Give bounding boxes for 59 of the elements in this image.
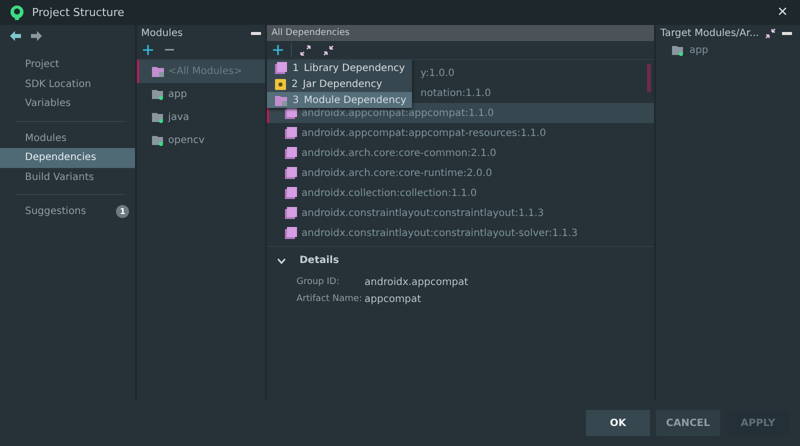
count-badge: 1 [116,205,130,218]
folder-icon [152,89,164,100]
expand-icon[interactable] [300,44,310,56]
menu-item[interactable]: 1 Library Dependency [266,60,412,76]
dependency-row[interactable]: androidx.arch.core:core-common:2.1.0 [266,143,654,163]
dependency-row[interactable]: androidx.appcompat:appcompat-resources:1.1.0 [266,123,654,143]
library-icon [274,62,286,74]
dialog-button[interactable]: OK [586,410,650,436]
dialog-button[interactable]: CANCEL [656,410,720,436]
window-title: Project Structure [32,6,126,19]
menu-item[interactable]: 2 Jar Dependency [266,76,412,92]
menu-item[interactable]: 3 Module Dependency [266,92,412,108]
field-label: Group ID: [296,277,340,288]
minimize-icon[interactable] [250,32,260,34]
folder-icon [152,135,164,146]
library-icon [284,167,296,179]
add-icon[interactable] [272,45,282,55]
panel-header: All Dependencies [266,25,654,41]
jar-icon [274,78,286,90]
folder-icon [152,112,164,123]
dependency-row[interactable]: androidx.constraintlayout:constraintlayout:1.1.3 [266,203,654,223]
minimize-icon[interactable] [782,32,792,34]
folder-icon [274,94,286,106]
dependency-row[interactable]: androidx.constraintlayout:constraintlayout-solver:1.1.3 [266,223,654,243]
section-title: Details [300,255,339,266]
library-icon [284,147,296,159]
panel-title: Target Modules/Ar... [660,28,759,38]
collapse-icon[interactable] [322,44,334,56]
scrollbar[interactable] [647,64,652,92]
folder-icon [672,44,684,56]
collapse-icon[interactable] [765,28,776,38]
module-item[interactable]: app [137,83,264,106]
library-icon [284,227,296,239]
module-item[interactable]: opencv [137,129,264,152]
forward-arrow-icon[interactable] [31,31,42,41]
sidebar-item[interactable]: Project [0,55,136,74]
close-button[interactable]: ✕ [773,5,792,20]
back-arrow-icon[interactable] [10,31,21,41]
field-value: appcompat [364,294,422,305]
sidebar-item[interactable]: Suggestions 1 [0,202,136,222]
sidebar-item[interactable]: Dependencies [0,148,136,168]
sidebar-item[interactable]: Build Variants [0,168,136,187]
module-item[interactable]: java [137,106,264,129]
sidebar-item[interactable]: Modules [0,128,136,148]
module-item[interactable]: app [656,41,800,59]
library-icon [284,127,296,139]
folder-icon [152,66,164,77]
library-icon [284,187,296,199]
field-label: Artifact Name: [296,294,363,305]
library-icon [284,207,296,219]
field-value: androidx.appcompat [364,277,468,288]
panel-title: Modules [141,28,184,38]
add-icon[interactable] [143,45,154,55]
sidebar-item[interactable]: Variables [0,94,136,114]
sidebar-item[interactable]: SDK Location [0,74,136,94]
chevron-icon[interactable] [276,258,286,264]
dependency-row[interactable]: androidx.arch.core:core-runtime:2.0.0 [266,163,654,183]
dependency-row[interactable]: androidx.collection:collection:1.1.0 [266,183,654,203]
library-icon [284,107,296,119]
